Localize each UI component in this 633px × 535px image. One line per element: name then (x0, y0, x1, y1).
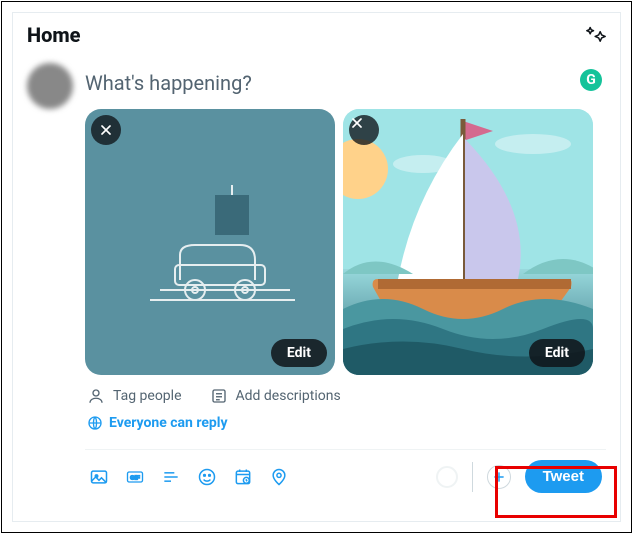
person-icon (87, 387, 105, 405)
reply-audience-label: Everyone can reply (109, 415, 228, 431)
poll-icon[interactable] (161, 467, 181, 487)
media-art-1 (120, 185, 300, 325)
svg-text:GIF: GIF (130, 475, 140, 481)
avatar[interactable] (27, 63, 73, 109)
media-icon[interactable] (89, 467, 109, 487)
compose-footer: GIF (85, 450, 606, 501)
tag-people-label: Tag people (113, 388, 182, 404)
media-tile-1[interactable]: Edit (85, 109, 335, 375)
page-title: Home (27, 23, 81, 47)
location-icon[interactable] (269, 467, 289, 487)
vertical-divider (472, 462, 473, 492)
media-tile-2[interactable]: Edit (343, 109, 593, 375)
edit-media-button-1[interactable]: Edit (271, 339, 327, 367)
reply-audience-button[interactable]: Everyone can reply (87, 415, 228, 431)
gif-icon[interactable]: GIF (125, 467, 145, 487)
media-art-2 (343, 109, 593, 375)
add-descriptions-button[interactable]: Add descriptions (210, 387, 341, 405)
media-meta-row: Tag people Add descriptions (85, 375, 606, 411)
description-icon (210, 387, 228, 405)
emoji-icon[interactable] (197, 467, 217, 487)
remove-media-button-1[interactable] (91, 115, 121, 145)
remove-media-button-2[interactable] (349, 115, 379, 145)
grammarly-icon[interactable]: G (580, 69, 602, 91)
media-grid: Edit (85, 109, 606, 375)
edit-media-button-2[interactable]: Edit (529, 339, 585, 367)
header: Home (13, 13, 620, 53)
add-descriptions-label: Add descriptions (236, 388, 341, 404)
schedule-icon[interactable] (233, 467, 253, 487)
sparkle-icon[interactable] (586, 25, 606, 45)
char-count-circle (436, 466, 458, 488)
globe-icon (87, 415, 103, 431)
tweet-button[interactable]: Tweet (525, 460, 602, 493)
compose-input[interactable]: What's happening? (85, 63, 606, 109)
tag-people-button[interactable]: Tag people (87, 387, 182, 405)
add-thread-button[interactable] (487, 465, 511, 489)
